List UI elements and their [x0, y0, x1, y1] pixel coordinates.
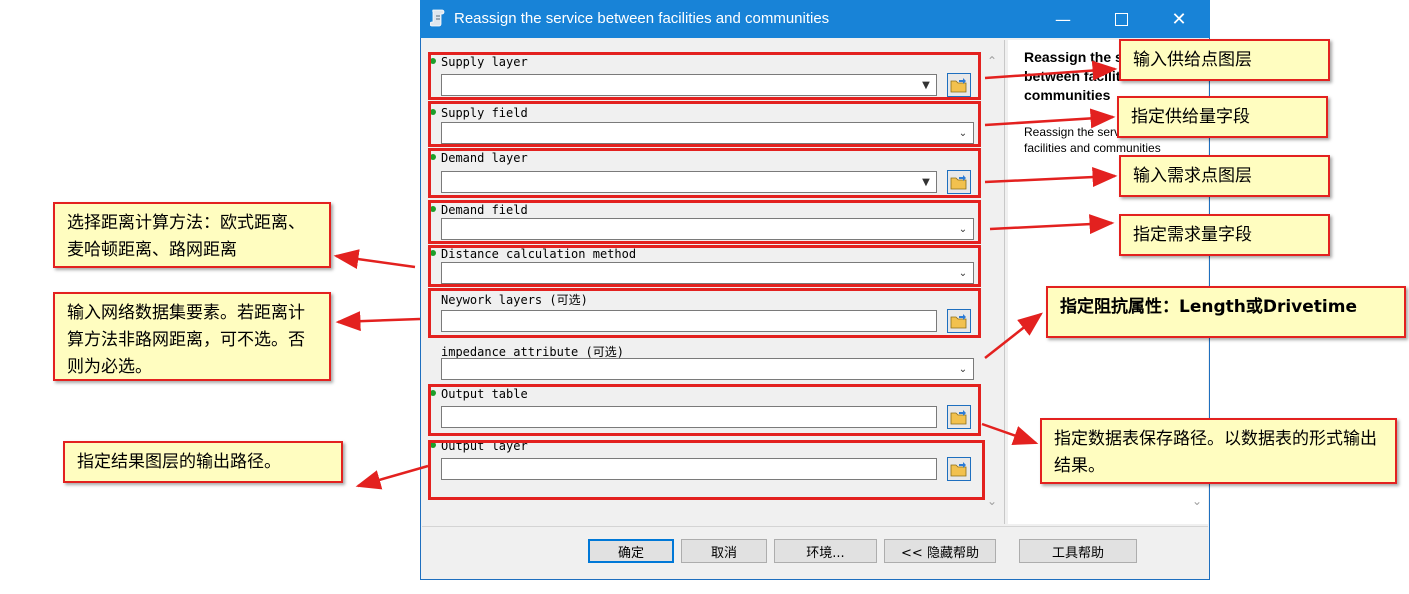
- chevron-down-icon[interactable]: ⌄: [955, 221, 971, 237]
- demand-layer-browse-button[interactable]: [947, 170, 971, 194]
- required-dot-icon: [430, 206, 436, 212]
- required-dot-icon: [430, 154, 436, 160]
- network-layers-browse-button[interactable]: [947, 309, 971, 333]
- arrow: [333, 249, 416, 270]
- param-label-output-layer: Output layer: [441, 439, 528, 453]
- close-icon: ✕: [1171, 8, 1187, 30]
- required-dot-icon: [430, 109, 436, 115]
- output-layer-input[interactable]: [441, 458, 937, 480]
- annotation-output-table: 指定数据表保存路径。以数据表的形式输出结果。: [1040, 418, 1397, 484]
- output-layer-browse-button[interactable]: [947, 457, 971, 481]
- param-label-demand-field: Demand field: [441, 203, 528, 217]
- demand-field-dropdown[interactable]: ⌄: [441, 218, 974, 240]
- maximize-icon: [1114, 12, 1128, 26]
- annotation-demand-field: 指定需求量字段: [1119, 214, 1330, 256]
- open-folder-icon: [950, 410, 967, 425]
- demand-layer-combo[interactable]: ▼: [441, 171, 937, 193]
- minimize-icon: —: [1055, 9, 1071, 29]
- environments-button[interactable]: 环境...: [774, 539, 877, 563]
- hide-help-button[interactable]: << 隐藏帮助: [884, 539, 996, 563]
- scroll-up-icon[interactable]: ⌃: [987, 54, 997, 68]
- param-label-demand-layer: Demand layer: [441, 151, 528, 165]
- open-folder-icon: [950, 78, 967, 93]
- arrow: [355, 464, 429, 490]
- cancel-button[interactable]: 取消: [681, 539, 767, 563]
- param-label-distance-method: Distance calculation method: [441, 247, 637, 261]
- distance-method-dropdown[interactable]: ⌄: [441, 262, 974, 284]
- close-button[interactable]: ✕: [1150, 0, 1208, 38]
- scroll-down-icon[interactable]: ⌄: [987, 494, 997, 508]
- output-table-input[interactable]: [441, 406, 937, 428]
- annotation-supply-layer: 输入供给点图层: [1119, 39, 1330, 81]
- chevron-down-icon[interactable]: ⌄: [955, 361, 971, 377]
- annotation-network-layers: 输入网络数据集要素。若距离计算方法非路网距离，可不选。否则为必选。: [53, 292, 331, 381]
- maximize-button[interactable]: [1092, 0, 1150, 38]
- required-dot-icon: [430, 390, 436, 396]
- chevron-down-icon[interactable]: ▼: [918, 174, 934, 190]
- arrow: [335, 311, 421, 332]
- script-tool-icon: [430, 9, 445, 27]
- impedance-dropdown[interactable]: ⌄: [441, 358, 974, 380]
- supply-layer-browse-button[interactable]: [947, 73, 971, 97]
- title-bar[interactable]: Reassign the service between facilities …: [420, 0, 1210, 38]
- chevron-down-icon[interactable]: ⌄: [955, 125, 971, 141]
- ok-button[interactable]: 确定: [588, 539, 674, 563]
- param-label-output-table: Output table: [441, 387, 528, 401]
- minimize-button[interactable]: —: [1034, 0, 1092, 38]
- tool-help-button[interactable]: 工具帮助: [1019, 539, 1137, 563]
- param-label-network-layers: Neywork layers (可选): [441, 293, 588, 307]
- open-folder-icon: [950, 462, 967, 477]
- open-folder-icon: [950, 175, 967, 190]
- param-label-supply-layer: Supply layer: [441, 55, 528, 69]
- annotation-distance-method: 选择距离计算方法：欧式距离、麦哈顿距离、路网距离: [53, 202, 331, 268]
- output-table-browse-button[interactable]: [947, 405, 971, 429]
- param-label-supply-field: Supply field: [441, 106, 528, 120]
- supply-layer-combo[interactable]: ▼: [441, 74, 937, 96]
- open-folder-icon: [950, 314, 967, 329]
- required-dot-icon: [430, 58, 436, 64]
- chevron-down-icon[interactable]: ▼: [918, 77, 934, 93]
- network-layers-input[interactable]: [441, 310, 937, 332]
- annotation-output-layer: 指定结果图层的输出路径。: [63, 441, 343, 483]
- annotation-supply-field: 指定供给量字段: [1117, 96, 1328, 138]
- annotation-impedance: 指定阻抗属性：Length或Drivetime: [1046, 286, 1406, 338]
- chevron-down-icon[interactable]: ⌄: [955, 265, 971, 281]
- dialog-footer: 确定 取消 环境... << 隐藏帮助 工具帮助: [422, 526, 1208, 579]
- required-dot-icon: [430, 442, 436, 448]
- scroll-down-icon[interactable]: ⌄: [1192, 494, 1202, 508]
- annotation-demand-layer: 输入需求点图层: [1119, 155, 1330, 197]
- required-dot-icon: [430, 250, 436, 256]
- supply-field-dropdown[interactable]: ⌄: [441, 122, 974, 144]
- window-title: Reassign the service between facilities …: [454, 10, 830, 27]
